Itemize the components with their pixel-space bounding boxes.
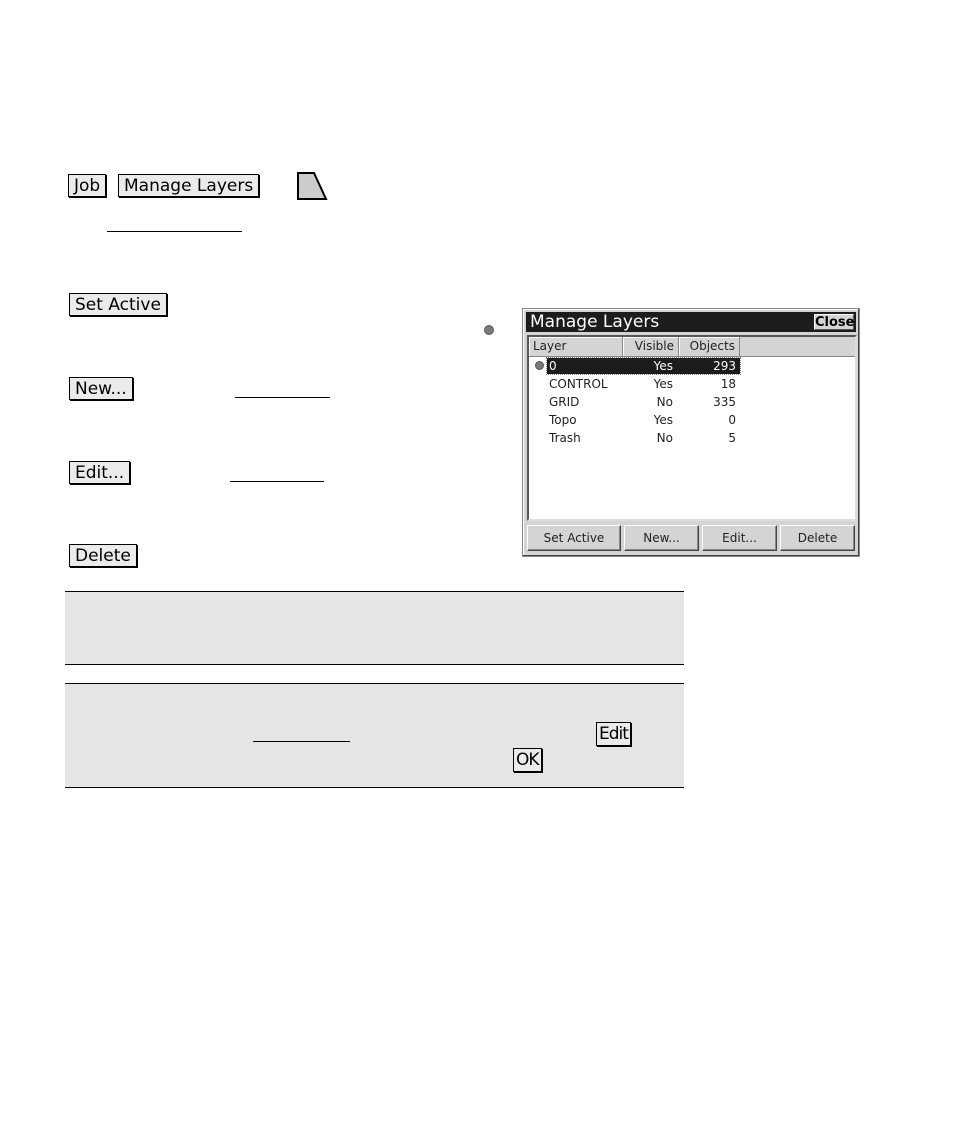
layer-objects: 18 — [720, 377, 736, 391]
layer-visible: Yes — [653, 359, 673, 373]
close-button[interactable]: Close — [814, 314, 854, 330]
set-active-button[interactable]: Set Active — [69, 293, 167, 316]
layer-row[interactable]: CONTROL Yes 18 — [529, 375, 859, 393]
job-button[interactable]: Job — [68, 174, 107, 197]
layer-objects: 0 — [728, 413, 736, 427]
layer-visible: Yes — [653, 413, 673, 427]
dialog-delete-button[interactable]: Delete — [780, 525, 855, 551]
layer-name: GRID — [549, 395, 580, 409]
layer-name: 0 — [549, 359, 557, 373]
layer-visible: Yes — [653, 377, 673, 391]
active-layer-bullet-icon — [535, 361, 544, 370]
softkey-tab-icon — [297, 172, 328, 200]
dialog-title: Manage Layers — [530, 312, 660, 332]
layer-name: Trash — [549, 431, 581, 445]
layer-name: CONTROL — [549, 377, 608, 391]
layer-row[interactable]: Trash No 5 — [529, 429, 859, 447]
layer-row[interactable]: GRID No 335 — [529, 393, 859, 411]
link-underline — [230, 481, 324, 482]
layer-objects: 5 — [728, 431, 736, 445]
column-header-objects[interactable]: Objects — [679, 337, 740, 356]
dialog-set-active-button[interactable]: Set Active — [527, 525, 621, 551]
list-header: Layer Visible Objects — [529, 337, 855, 357]
dialog-new-button[interactable]: New... — [624, 525, 699, 551]
layer-visible: No — [656, 431, 673, 445]
dialog-edit-button[interactable]: Edit... — [702, 525, 777, 551]
edit-softkey-button[interactable]: Edit — [596, 722, 631, 746]
edit-button[interactable]: Edit... — [69, 461, 131, 484]
link-underline — [235, 397, 330, 398]
delete-button[interactable]: Delete — [69, 544, 137, 567]
ok-button[interactable]: OK — [513, 748, 542, 772]
column-header-visible[interactable]: Visible — [623, 337, 679, 356]
layer-name: Topo — [549, 413, 577, 427]
note-box — [65, 591, 684, 665]
link-underline — [107, 231, 242, 232]
layer-visible: No — [656, 395, 673, 409]
manage-layers-button[interactable]: Manage Layers — [118, 174, 260, 197]
link-underline — [253, 741, 350, 742]
new-button[interactable]: New... — [69, 377, 133, 400]
layer-objects: 293 — [713, 359, 736, 373]
dialog-titlebar: Manage Layers Close — [526, 312, 856, 332]
active-layer-bullet-icon — [484, 325, 494, 335]
layer-row[interactable]: Topo Yes 0 — [529, 411, 859, 429]
layers-list[interactable]: Layer Visible Objects 0 Yes 293 CONTROL Yes 1… — [527, 335, 857, 521]
manage-layers-dialog: Manage Layers Close Layer Visible Object… — [522, 308, 860, 557]
layer-objects: 335 — [713, 395, 736, 409]
column-header-layer[interactable]: Layer — [529, 337, 623, 356]
tip-box: Edit OK — [65, 683, 684, 788]
layer-row[interactable]: 0 Yes 293 — [529, 357, 859, 375]
